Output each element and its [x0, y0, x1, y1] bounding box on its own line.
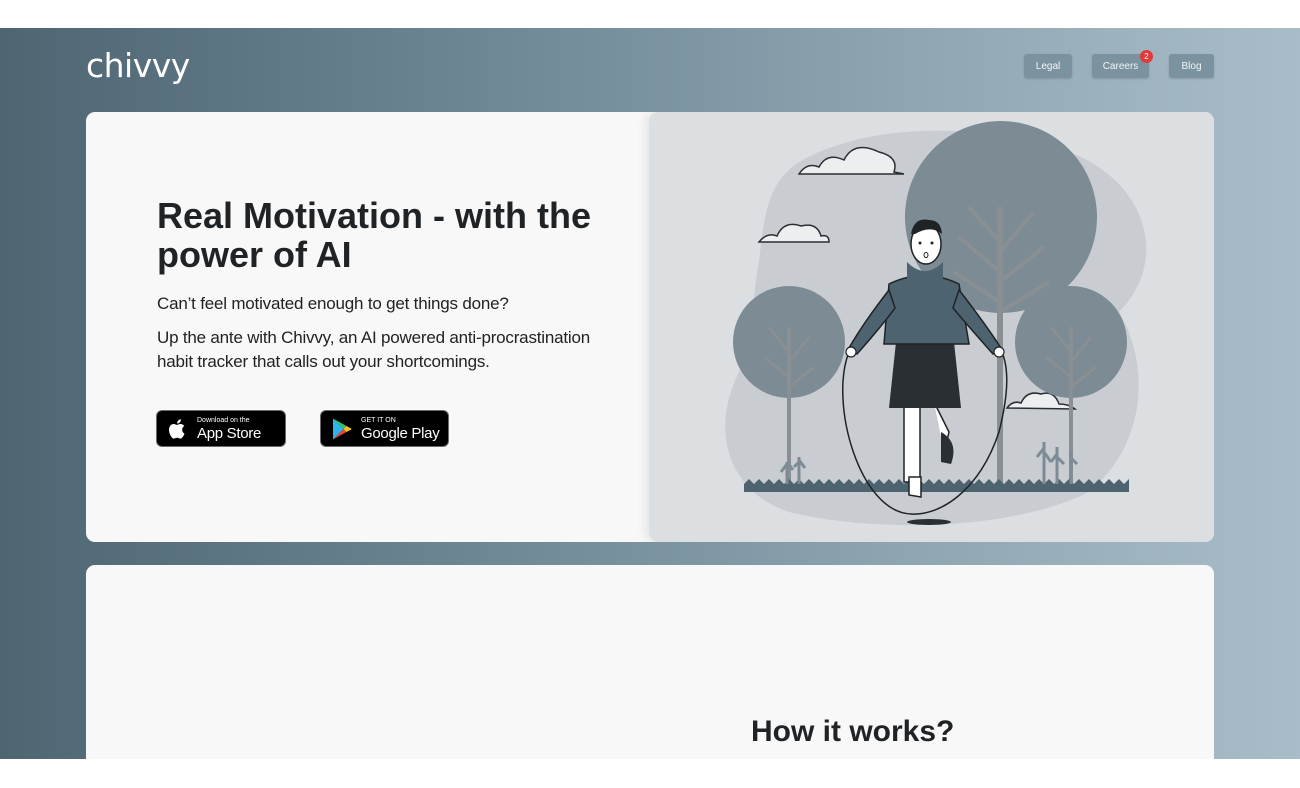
google-play-button[interactable]: GET IT ON Google Play	[320, 410, 449, 447]
app-store-small-text: Download on the	[197, 416, 250, 424]
nav-legal-button[interactable]: Legal	[1024, 54, 1072, 78]
hero-description: Up the ante with Chivvy, an AI powered a…	[157, 328, 590, 371]
google-play-small-text: GET IT ON	[361, 416, 396, 424]
jumper-hand-left	[845, 346, 857, 358]
hero-subtitle: Can’t feel motivated enough to get thing…	[157, 294, 509, 313]
jumper-leg-left	[903, 401, 921, 483]
careers-notification-badge: 2	[1140, 50, 1153, 63]
jumper-hand-right	[993, 346, 1005, 358]
how-it-works-title: How it works?	[751, 715, 955, 748]
jumper-shadow	[907, 519, 951, 525]
google-play-icon	[331, 417, 353, 441]
jumper-eye-left	[918, 241, 922, 245]
nav-blog-button[interactable]: Blog	[1169, 54, 1214, 78]
hero-illustration	[649, 112, 1214, 542]
jump-rope-illustration	[725, 121, 1147, 526]
apple-icon	[167, 417, 189, 441]
hero-title: Real Motivation - with the power of AI	[157, 195, 592, 275]
nav-careers-button[interactable]: Careers 2	[1092, 50, 1153, 78]
jumper-eye-right	[930, 241, 934, 245]
app-store-big-text: App Store	[197, 424, 262, 442]
nav-careers-label: Careers	[1102, 60, 1139, 72]
jumper-shoe-left	[908, 476, 922, 498]
google-play-big-text: Google Play	[361, 424, 440, 442]
app-store-button[interactable]: Download on the App Store	[156, 410, 286, 447]
how-it-works-card: How it works?	[86, 565, 1214, 759]
jumper-skirt	[889, 342, 961, 408]
hero-card: Real Motivation - with the power of AI C…	[86, 112, 1214, 542]
page-viewport: chivvy Legal Careers 2 Blog Real Motivat…	[0, 28, 1300, 759]
chivvy-logo[interactable]: chivvy	[86, 46, 190, 85]
